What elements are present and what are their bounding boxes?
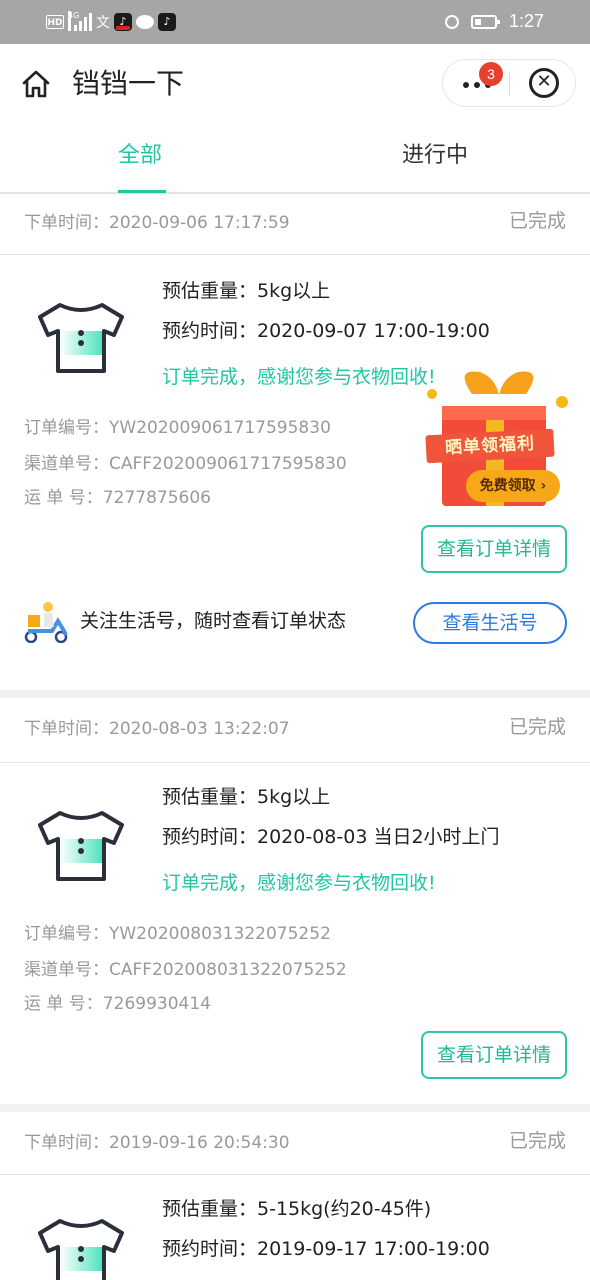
status-bar: HD 4G 文 ♪ ♪ 1:27 [0,0,590,44]
view-life-account-button[interactable]: 查看生活号 [413,602,567,644]
order-number: 订单编号：YW202008031322075252 [24,924,331,944]
delivery-scooter-icon [24,602,68,643]
channel-number: 渠道单号：CAFF202009061717595830 [24,454,347,474]
clothing-shirt-icon [38,303,124,373]
view-order-detail-button[interactable]: 查看订单详情 [421,1031,567,1079]
order-card-header: 下单时间：2019-09-16 20:54:30 已完成 [0,1112,590,1175]
card-divider [0,690,590,698]
free-claim-button[interactable]: 免费领取 › [466,470,560,502]
tab-all[interactable]: 全部 [118,140,162,172]
order-complete-message: 订单完成，感谢您参与衣物回收! [162,366,436,388]
order-card: 下单时间：2020-08-03 13:22:07 已完成 预估重量：5kg以上 … [0,698,590,1106]
signal-icon: 4G [68,11,92,31]
close-icon[interactable]: ✕ [529,68,559,98]
estimated-weight: 预估重量：5kg以上 [162,786,331,808]
order-status: 已完成 [508,716,566,738]
active-tab-indicator [118,190,166,193]
card-divider [0,1104,590,1112]
order-time: 下单时间：2020-09-06 17:17:59 [24,213,290,233]
tiktok-icon: ♪ [158,13,176,31]
page-title: 铛铛一下 [72,67,185,100]
order-complete-message: 订单完成，感谢您参与衣物回收! [162,872,436,894]
nav-bar: 铛铛一下 3 ✕ [0,44,590,124]
view-order-detail-button[interactable]: 查看订单详情 [421,525,567,573]
order-number: 订单编号：YW202009061717595830 [24,418,331,438]
order-status: 已完成 [508,1130,566,1152]
appointment-time: 预约时间：2019-09-17 17:00-19:00 [162,1238,490,1260]
estimated-weight: 预估重量：5kg以上 [162,280,331,302]
input-method-icon: 文 [96,15,110,31]
network-type-label: 4G [68,11,79,31]
notification-badge: 3 [479,62,503,86]
order-card-header: 下单时间：2020-09-06 17:17:59 已完成 [0,194,590,255]
order-status: 已完成 [508,210,566,232]
clothing-shirt-icon [38,1219,124,1280]
estimated-weight: 预估重量：5-15kg(约20-45件) [162,1198,432,1220]
gift-promo-badge[interactable]: 晒单领福利 免费领取 › [424,366,574,512]
appointment-time: 预约时间：2020-08-03 当日2小时上门 [162,826,500,848]
status-icons-left: HD 4G 文 ♪ ♪ [46,11,176,33]
battery-icon [470,14,500,29]
follow-life-account-row: 关注生活号，随时查看订单状态 查看生活号 [0,591,590,651]
follow-prompt-text: 关注生活号，随时查看订单状态 [80,610,347,632]
status-icons-right: 1:27 [444,11,544,32]
order-tabs: 全部 进行中 [0,124,590,194]
order-card-header: 下单时间：2020-08-03 13:22:07 已完成 [0,698,590,763]
hd-icon: HD [46,15,64,29]
capsule-divider [509,72,510,96]
clothing-shirt-icon [38,811,124,881]
waybill-number: 运 单 号：7277875606 [24,488,211,508]
order-card: 下单时间：2019-09-16 20:54:30 已完成 预估重量：5-15kg… [0,1112,590,1280]
appointment-time: 预约时间：2020-09-07 17:00-19:00 [162,320,490,342]
tiktok-lite-icon: ♪ [114,13,132,31]
mini-program-capsule: 3 ✕ [442,59,576,107]
order-time: 下单时间：2020-08-03 13:22:07 [24,719,290,739]
channel-number: 渠道单号：CAFF202008031322075252 [24,960,347,980]
message-bubble-icon [136,15,154,29]
home-icon[interactable] [20,68,52,100]
tab-in-progress[interactable]: 进行中 [402,140,468,172]
order-time: 下单时间：2019-09-16 20:54:30 [24,1133,290,1153]
alarm-icon [444,14,459,29]
waybill-number: 运 单 号：7269930414 [24,994,211,1014]
clock: 1:27 [508,11,544,31]
